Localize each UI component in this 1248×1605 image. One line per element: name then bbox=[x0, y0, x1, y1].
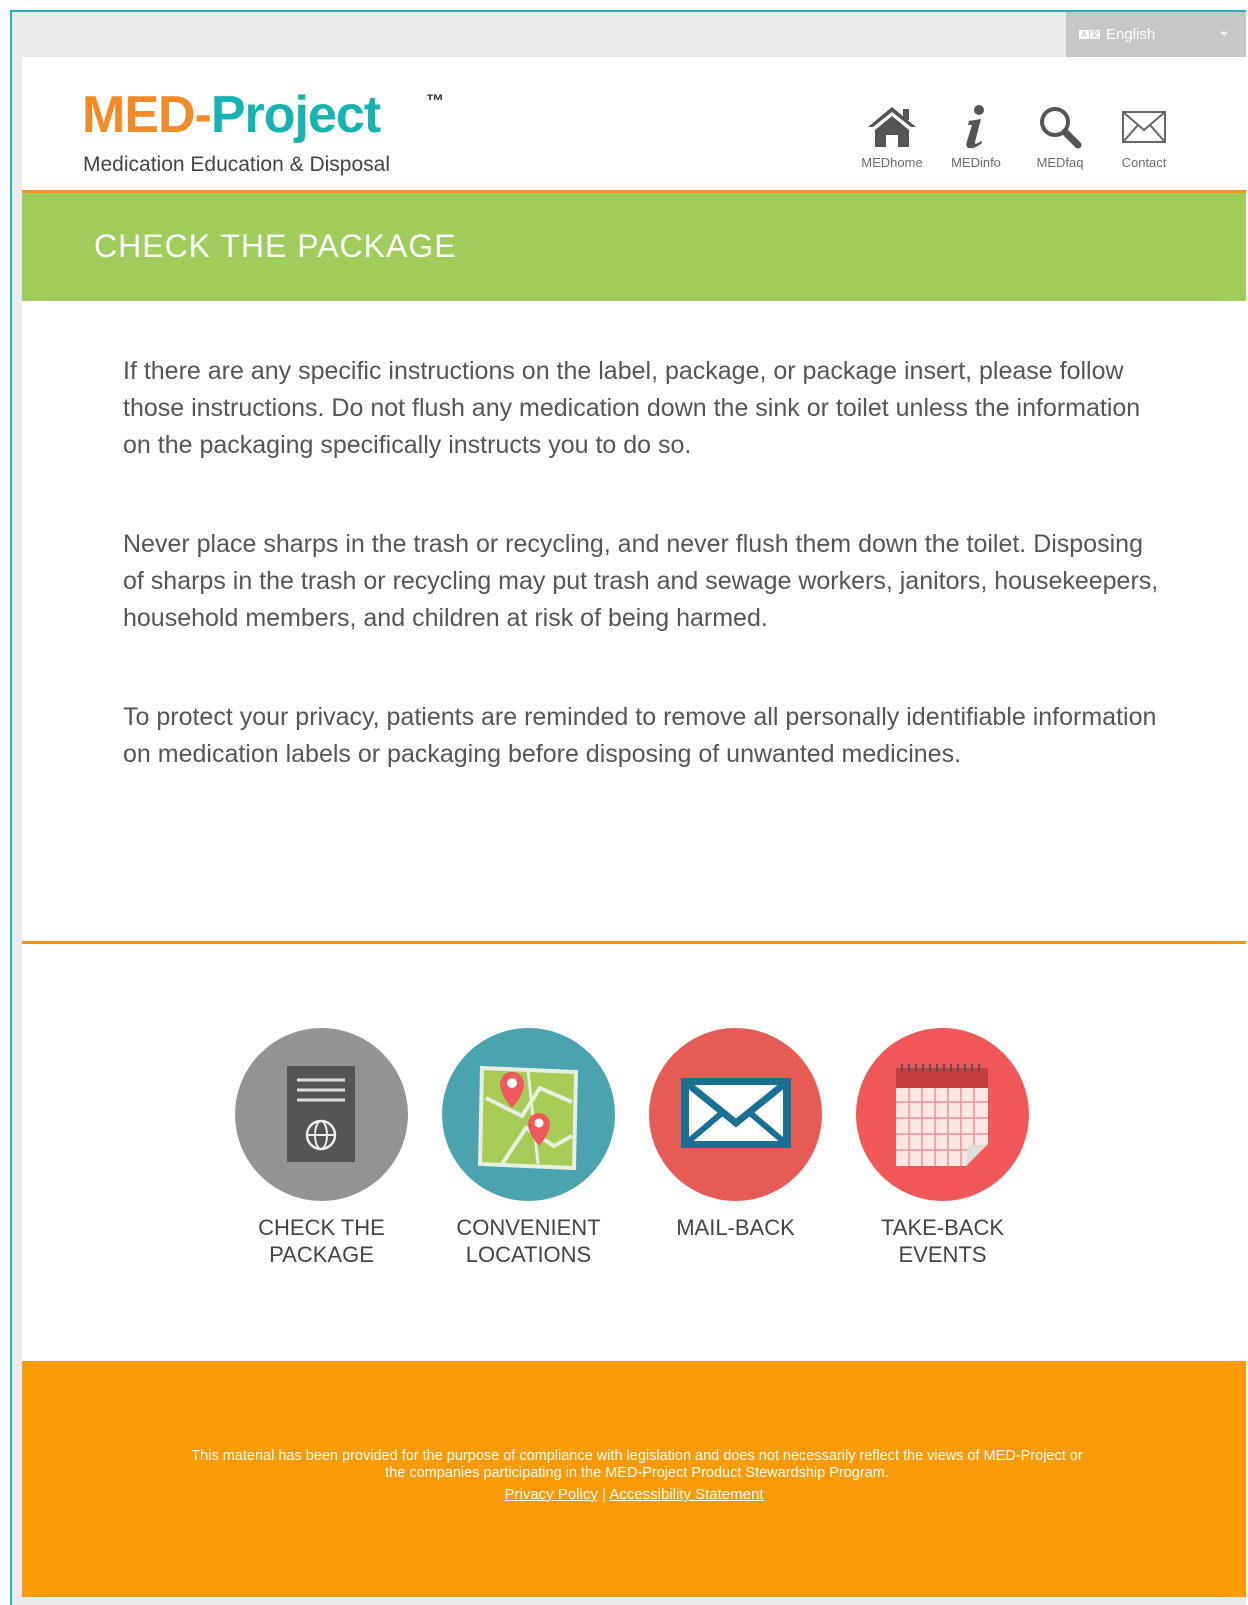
content-divider bbox=[22, 941, 1246, 944]
language-selector[interactable]: A文 English ⌄ bbox=[1066, 12, 1246, 57]
nav-label: MEDhome bbox=[861, 155, 923, 170]
paragraph: If there are any specific instructions o… bbox=[123, 357, 1141, 459]
nav-label: Contact bbox=[1121, 155, 1167, 170]
accessibility-statement-link[interactable]: Accessibility Statement bbox=[609, 1486, 763, 1503]
footer-disclaimer: This material has been provided for the … bbox=[191, 1448, 1083, 1481]
option-take-back-events[interactable]: TAKE-BACK EVENTS bbox=[856, 1028, 1029, 1268]
site-footer: This material has been provided for the … bbox=[22, 1361, 1246, 1597]
info-icon bbox=[961, 101, 991, 153]
nav-item-medfaq[interactable]: MEDfaq bbox=[1018, 101, 1102, 170]
paragraph: Never place sharps in the trash or recyc… bbox=[123, 530, 1159, 632]
option-label: TAKE-BACK EVENTS bbox=[880, 1215, 1005, 1267]
top-nav: MEDhome MEDinfo MEDfaq Contact bbox=[850, 101, 1186, 170]
trademark-symbol: ™ bbox=[426, 91, 444, 111]
option-check-package[interactable]: CHECK THE PACKAGE bbox=[235, 1028, 408, 1268]
mail-icon bbox=[649, 1028, 822, 1201]
nav-label: MEDfaq bbox=[1036, 155, 1084, 170]
site-header: MED-Project ™ Medication Education & Dis… bbox=[22, 57, 1246, 190]
nav-item-medhome[interactable]: MEDhome bbox=[850, 101, 934, 170]
home-icon bbox=[866, 101, 918, 153]
footer-links: Privacy Policy | Accessibility Statement bbox=[22, 1486, 1246, 1503]
option-convenient-locations[interactable]: CONVENIENT LOCATIONS bbox=[442, 1028, 615, 1268]
page-title: CHECK THE PACKAGE bbox=[94, 228, 457, 264]
nav-item-contact[interactable]: Contact bbox=[1102, 101, 1186, 170]
page: MED-Project ™ Medication Education & Dis… bbox=[22, 57, 1246, 1597]
translate-icon: A文 bbox=[1079, 30, 1100, 39]
envelope-icon bbox=[1121, 101, 1167, 153]
nav-item-medinfo[interactable]: MEDinfo bbox=[934, 101, 1018, 170]
privacy-policy-link[interactable]: Privacy Policy bbox=[504, 1486, 597, 1503]
language-label: English bbox=[1106, 26, 1156, 43]
page-banner: CHECK THE PACKAGE bbox=[22, 193, 1246, 301]
logo-tagline: Medication Education & Disposal bbox=[83, 153, 391, 176]
option-label: CHECK THE PACKAGE bbox=[258, 1215, 385, 1267]
logo-project: Project bbox=[210, 86, 381, 144]
link-separator: | bbox=[602, 1486, 606, 1503]
option-mail-back[interactable]: MAIL-BACK bbox=[649, 1028, 822, 1268]
calendar-icon bbox=[856, 1028, 1029, 1201]
main-content: If there are any specific instructions o… bbox=[123, 353, 1163, 835]
chevron-down-icon: ⌄ bbox=[1218, 22, 1230, 38]
disposal-options: CHECK THE PACKAGE CONVENIENT LOCATIONS M… bbox=[235, 1028, 1029, 1268]
nav-label: MEDinfo bbox=[951, 155, 1001, 170]
paragraph: To protect your privacy, patients are re… bbox=[123, 703, 1157, 768]
option-label: MAIL-BACK bbox=[676, 1215, 795, 1240]
search-icon bbox=[1038, 101, 1082, 153]
map-icon bbox=[442, 1028, 615, 1201]
option-label: CONVENIENT LOCATIONS bbox=[456, 1215, 601, 1267]
package-icon bbox=[235, 1028, 408, 1201]
logo-med: MED- bbox=[82, 86, 212, 144]
logo[interactable]: MED-Project bbox=[82, 86, 381, 144]
